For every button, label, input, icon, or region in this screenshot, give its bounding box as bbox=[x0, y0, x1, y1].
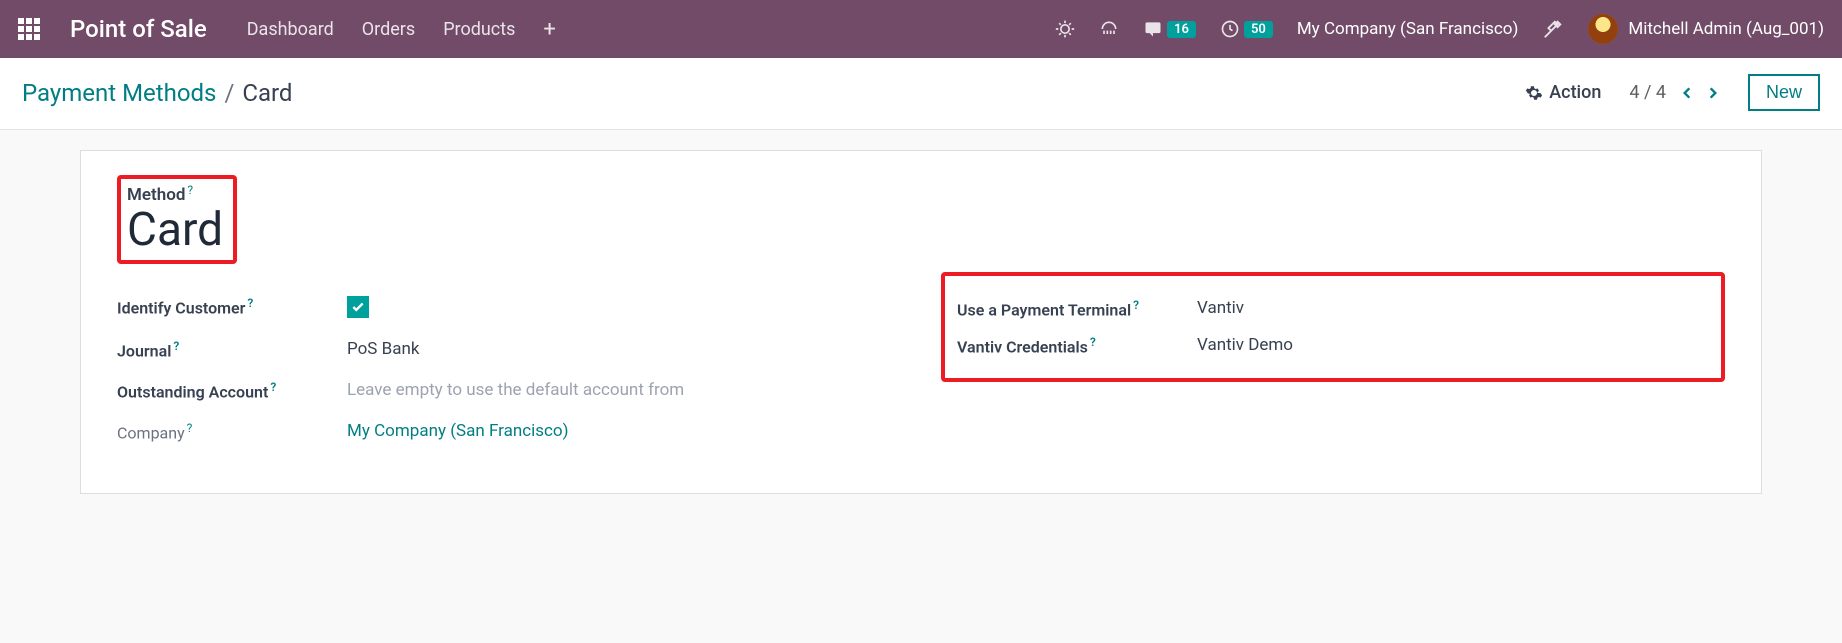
outstanding-account-label: Outstanding Account? bbox=[117, 380, 327, 401]
field-payment-terminal: Use a Payment Terminal? Vantiv bbox=[957, 290, 1705, 327]
gear-icon bbox=[1525, 84, 1543, 102]
control-bar: Payment Methods / Card Action 4 / 4 New bbox=[0, 58, 1842, 130]
help-icon[interactable]: ? bbox=[247, 296, 253, 310]
top-menu: Dashboard Orders Products + bbox=[247, 17, 556, 42]
activities-badge: 50 bbox=[1244, 21, 1273, 38]
help-icon[interactable]: ? bbox=[270, 380, 276, 394]
left-column: Identify Customer? Journal? PoS Bank bbox=[117, 286, 901, 453]
method-label: Method bbox=[127, 185, 185, 205]
outstanding-account-value[interactable]: Leave empty to use the default account f… bbox=[347, 380, 684, 400]
bug-icon[interactable] bbox=[1055, 19, 1075, 39]
company-label: Company? bbox=[117, 421, 327, 442]
avatar bbox=[1588, 14, 1618, 44]
right-column: Use a Payment Terminal? Vantiv Vantiv Cr… bbox=[941, 286, 1725, 453]
field-outstanding-account: Outstanding Account? Leave empty to use … bbox=[117, 370, 901, 411]
apps-icon[interactable] bbox=[18, 18, 40, 40]
breadcrumb: Payment Methods / Card bbox=[22, 79, 292, 107]
form-columns: Identify Customer? Journal? PoS Bank bbox=[117, 286, 1725, 453]
field-journal: Journal? PoS Bank bbox=[117, 329, 901, 370]
main-navbar: Point of Sale Dashboard Orders Products … bbox=[0, 0, 1842, 58]
checkbox-checked-icon bbox=[347, 296, 369, 318]
identify-customer-label: Identify Customer? bbox=[117, 296, 327, 317]
pager-prev[interactable] bbox=[1680, 84, 1694, 102]
field-identify-customer: Identify Customer? bbox=[117, 286, 901, 329]
pager: 4 / 4 bbox=[1629, 82, 1720, 103]
activities-icon[interactable]: 50 bbox=[1220, 19, 1273, 39]
payment-terminal-label: Use a Payment Terminal? bbox=[957, 298, 1177, 319]
method-label-row: Method? bbox=[127, 183, 223, 205]
help-icon[interactable]: ? bbox=[1090, 335, 1096, 349]
menu-orders[interactable]: Orders bbox=[362, 19, 415, 40]
company-switcher[interactable]: My Company (San Francisco) bbox=[1297, 19, 1519, 39]
journal-value[interactable]: PoS Bank bbox=[347, 339, 419, 359]
tools-icon[interactable] bbox=[1542, 18, 1564, 40]
pager-count[interactable]: 4 / 4 bbox=[1629, 82, 1666, 103]
method-highlight-box: Method? Card bbox=[117, 175, 237, 264]
breadcrumb-sep: / bbox=[224, 79, 234, 107]
menu-dashboard[interactable]: Dashboard bbox=[247, 19, 334, 40]
payment-terminal-value[interactable]: Vantiv bbox=[1197, 298, 1244, 318]
field-company: Company? My Company (San Francisco) bbox=[117, 411, 901, 452]
help-icon[interactable]: ? bbox=[187, 421, 193, 435]
navbar-left: Point of Sale Dashboard Orders Products … bbox=[18, 15, 556, 43]
chevron-left-icon bbox=[1680, 84, 1694, 102]
breadcrumb-current: Card bbox=[242, 79, 292, 107]
navbar-right: 16 50 My Company (San Francisco) Mitchel… bbox=[1055, 14, 1824, 44]
help-icon[interactable]: ? bbox=[187, 183, 193, 197]
plus-icon[interactable]: + bbox=[543, 17, 555, 42]
vantiv-credentials-value[interactable]: Vantiv Demo bbox=[1197, 335, 1293, 355]
vantiv-credentials-label: Vantiv Credentials? bbox=[957, 335, 1177, 356]
support-icon[interactable] bbox=[1099, 19, 1119, 39]
messages-badge: 16 bbox=[1167, 21, 1196, 38]
user-menu[interactable]: Mitchell Admin (Aug_001) bbox=[1588, 14, 1824, 44]
app-title[interactable]: Point of Sale bbox=[70, 15, 207, 43]
new-button[interactable]: New bbox=[1748, 74, 1820, 111]
identify-customer-value[interactable] bbox=[347, 296, 369, 319]
terminal-highlight-box: Use a Payment Terminal? Vantiv Vantiv Cr… bbox=[941, 272, 1725, 383]
user-name: Mitchell Admin (Aug_001) bbox=[1628, 19, 1824, 39]
sheet-wrap: Method? Card Identify Customer? bbox=[0, 130, 1842, 514]
action-label: Action bbox=[1549, 82, 1601, 103]
control-right: Action 4 / 4 New bbox=[1525, 74, 1820, 111]
menu-products[interactable]: Products bbox=[443, 19, 515, 40]
field-vantiv-credentials: Vantiv Credentials? Vantiv Demo bbox=[957, 327, 1705, 364]
journal-label: Journal? bbox=[117, 339, 327, 360]
help-icon[interactable]: ? bbox=[173, 339, 179, 353]
action-button[interactable]: Action bbox=[1525, 82, 1601, 103]
form-sheet: Method? Card Identify Customer? bbox=[80, 150, 1762, 494]
chevron-right-icon bbox=[1706, 84, 1720, 102]
messaging-icon[interactable]: 16 bbox=[1143, 19, 1196, 39]
method-value[interactable]: Card bbox=[127, 205, 223, 256]
breadcrumb-parent[interactable]: Payment Methods bbox=[22, 79, 216, 107]
help-icon[interactable]: ? bbox=[1133, 298, 1139, 312]
pager-arrows bbox=[1680, 84, 1720, 102]
company-value[interactable]: My Company (San Francisco) bbox=[347, 421, 569, 441]
pager-next[interactable] bbox=[1706, 84, 1720, 102]
